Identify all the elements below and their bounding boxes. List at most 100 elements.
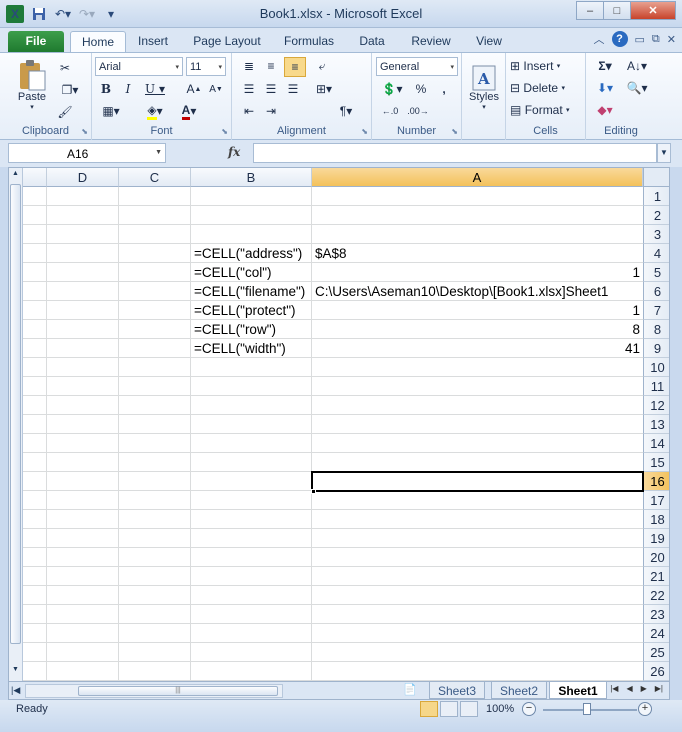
bold-button[interactable]: B	[98, 80, 114, 98]
increase-indent-icon[interactable]: ⇥	[262, 102, 280, 120]
last-sheet-icon[interactable]: ▶|	[655, 684, 663, 693]
tab-page-layout[interactable]: Page Layout	[190, 31, 264, 52]
row-header[interactable]: 13	[643, 415, 669, 434]
column-header-d[interactable]: D	[47, 168, 119, 187]
horizontal-scroll-thumb[interactable]: |||	[78, 686, 278, 696]
cell-b6[interactable]: =CELL("filename")	[191, 282, 312, 301]
restore-window-icon[interactable]: ⧉	[652, 33, 660, 46]
undo-icon[interactable]: ↶▾	[54, 5, 72, 23]
scroll-left-icon[interactable]: |◀	[11, 685, 20, 696]
zoom-in-icon[interactable]: +	[638, 702, 652, 716]
styles-button[interactable]: A Styles ▾	[466, 57, 502, 119]
scroll-up-icon[interactable]: ▲	[10, 170, 21, 182]
zoom-slider-thumb[interactable]	[583, 703, 591, 715]
next-sheet-icon[interactable]: ▶	[641, 684, 647, 693]
close-button[interactable]: ✕	[630, 1, 676, 20]
row-header[interactable]: 4	[643, 244, 669, 263]
row-header[interactable]: 1	[643, 187, 669, 206]
tab-formulas[interactable]: Formulas	[278, 31, 340, 52]
number-format-select[interactable]: General ▾	[376, 57, 458, 76]
row-header[interactable]: 5	[643, 263, 669, 282]
tab-review[interactable]: Review	[406, 31, 456, 52]
cell-a9[interactable]: 41	[312, 339, 643, 358]
align-center-icon[interactable]: ☰	[262, 80, 280, 98]
clear-icon[interactable]: ◆▾	[592, 101, 618, 119]
format-painter-icon[interactable]: 🖌	[56, 103, 74, 121]
cell-b8[interactable]: =CELL("row")	[191, 320, 312, 339]
page-break-view-icon[interactable]	[460, 701, 478, 717]
clipboard-launcher-icon[interactable]: ⬊	[81, 127, 88, 136]
comma-style-icon[interactable]: ,	[436, 80, 452, 98]
cell-a5[interactable]: 1	[312, 263, 643, 282]
borders-icon[interactable]: ▦▾	[98, 102, 124, 120]
select-all-corner[interactable]	[643, 168, 669, 187]
row-header[interactable]: 26	[643, 662, 669, 681]
fill-handle[interactable]	[311, 489, 316, 494]
row-header[interactable]: 17	[643, 491, 669, 510]
row-header[interactable]: 15	[643, 453, 669, 472]
formula-input[interactable]	[253, 143, 657, 163]
help-icon[interactable]: ?	[611, 31, 628, 47]
align-middle-icon[interactable]: ≡	[262, 57, 280, 75]
insert-cells-button[interactable]: ⊞ Insert ▾	[510, 57, 584, 75]
wrap-text-icon[interactable]: ⤶	[312, 57, 332, 75]
column-header-b[interactable]: B	[191, 168, 312, 187]
name-box[interactable]: A16 ▼	[8, 143, 166, 163]
column-header-a[interactable]: A	[312, 168, 643, 187]
close-workbook-icon[interactable]: ✕	[667, 33, 676, 46]
merge-center-icon[interactable]: ⊞▾	[310, 80, 338, 98]
row-header[interactable]: 10	[643, 358, 669, 377]
find-select-icon[interactable]: 🔍▾	[622, 79, 652, 97]
decrease-indent-icon[interactable]: ⇤	[240, 102, 258, 120]
delete-cells-button[interactable]: ⊟ Delete ▾	[510, 79, 584, 97]
cell-b9[interactable]: =CELL("width")	[191, 339, 312, 358]
shrink-font-icon[interactable]: A ▼	[208, 80, 224, 98]
text-direction-icon[interactable]: ¶▾	[334, 102, 358, 120]
font-color-icon[interactable]: A ▾	[174, 102, 204, 120]
minimize-ribbon-icon[interactable]: ︿	[594, 31, 605, 47]
tab-file[interactable]: File	[8, 31, 64, 52]
tab-home[interactable]: Home	[70, 31, 126, 52]
tab-view[interactable]: View	[470, 31, 508, 52]
customize-qat-icon[interactable]: ▾	[102, 5, 120, 23]
grow-font-icon[interactable]: A ▲	[186, 80, 202, 98]
align-left-icon[interactable]: ☰	[240, 80, 258, 98]
increase-decimal-icon[interactable]: ←.0	[378, 102, 402, 120]
insert-function-icon[interactable]: fx	[228, 145, 240, 159]
alignment-launcher-icon[interactable]: ⬊	[361, 127, 368, 136]
sheet-tab-sheet3[interactable]: Sheet3	[429, 682, 485, 699]
font-launcher-icon[interactable]: ⬊	[221, 127, 228, 136]
row-header[interactable]: 18	[643, 510, 669, 529]
row-header[interactable]: 6	[643, 282, 669, 301]
paste-button[interactable]: Paste ▾	[14, 57, 50, 113]
fill-color-icon[interactable]: ◈ ▾	[140, 102, 170, 120]
italic-button[interactable]: I	[120, 80, 136, 98]
format-cells-button[interactable]: ▤ Format ▾	[510, 101, 584, 119]
zoom-level[interactable]: 100%	[486, 703, 514, 715]
accounting-format-icon[interactable]: 💲▾	[378, 80, 406, 98]
row-header[interactable]: 2	[643, 206, 669, 225]
row-header[interactable]: 12	[643, 396, 669, 415]
save-icon[interactable]	[30, 5, 48, 23]
expand-formula-bar-icon[interactable]: ▼	[657, 143, 671, 163]
autosum-icon[interactable]: Σ▾	[592, 57, 618, 75]
cell-a4[interactable]: $A$8	[312, 244, 643, 263]
font-size-select[interactable]: 11 ▾	[186, 57, 226, 76]
percent-style-icon[interactable]: %	[412, 80, 430, 98]
cell-b5[interactable]: =CELL("col")	[191, 263, 312, 282]
decrease-decimal-icon[interactable]: .00→	[406, 102, 430, 120]
align-bottom-icon[interactable]: ≡	[284, 57, 306, 77]
active-cell-a16[interactable]	[311, 471, 644, 492]
copy-icon[interactable]: ❐▾	[56, 81, 84, 99]
scroll-down-icon[interactable]: ▼	[10, 666, 21, 678]
row-header[interactable]: 20	[643, 548, 669, 567]
fill-icon[interactable]: ⬇▾	[592, 79, 618, 97]
vertical-scrollbar[interactable]: ▲ ▼	[9, 168, 23, 681]
align-top-icon[interactable]: ≣	[240, 57, 258, 75]
cut-icon[interactable]: ✂	[56, 59, 74, 77]
horizontal-scrollbar[interactable]: |||	[25, 684, 283, 698]
cell-a6[interactable]: C:\Users\Aseman10\Desktop\[Book1.xlsx]Sh…	[312, 282, 643, 301]
row-header[interactable]: 9	[643, 339, 669, 358]
maximize-button[interactable]: □	[603, 1, 631, 20]
sheet-tab-sheet1[interactable]: Sheet1	[549, 682, 607, 699]
